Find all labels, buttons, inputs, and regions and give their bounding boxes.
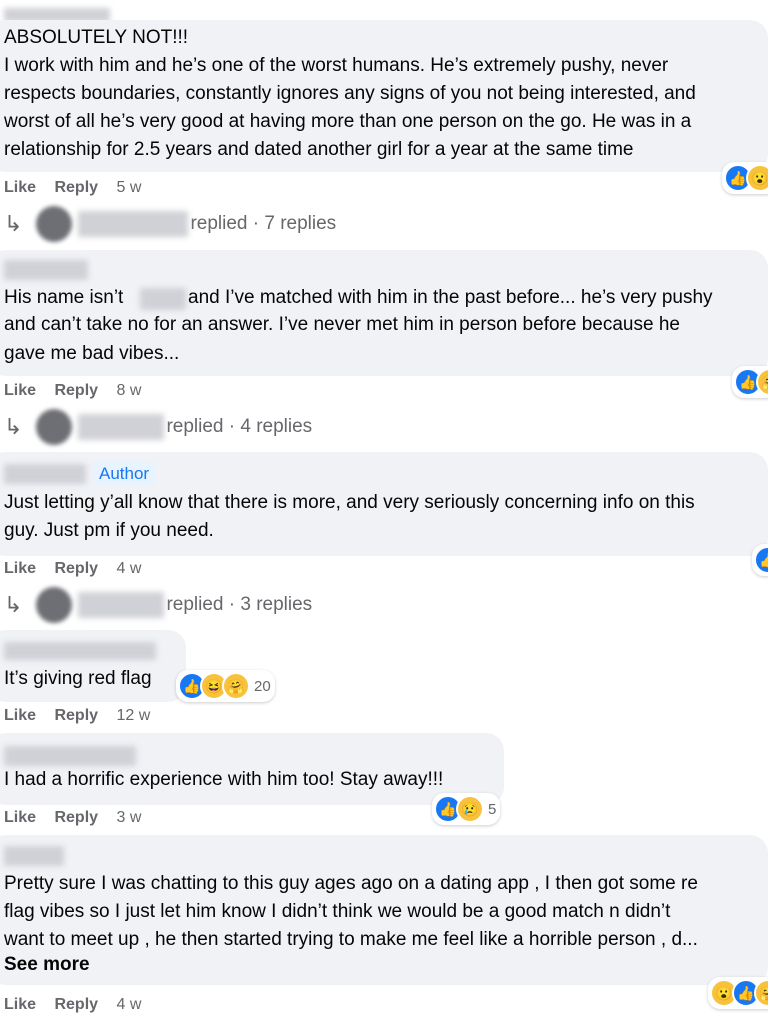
comment-line: relationship for 2.5 years and dated ano… bbox=[4, 139, 634, 160]
replies-count: replied · 3 replies bbox=[166, 594, 313, 615]
reply-button[interactable]: Reply bbox=[54, 809, 98, 826]
comment-line: want to meet up , he then started trying… bbox=[4, 929, 698, 950]
replier-name-redacted bbox=[78, 211, 189, 237]
comment-line: and can’t take no for an answer. I’ve ne… bbox=[4, 314, 680, 335]
reply-button[interactable]: Reply bbox=[54, 707, 98, 724]
comment-actions: Like Reply 4 w bbox=[4, 996, 155, 1014]
view-replies-link[interactable]: ↳ replied · 7 replies bbox=[4, 206, 336, 242]
like-button[interactable]: Like bbox=[4, 809, 36, 826]
comment-line: respects boundaries, constantly ignores … bbox=[4, 83, 696, 104]
timestamp: 4 w bbox=[116, 996, 142, 1013]
reaction-count: 5 bbox=[488, 800, 497, 818]
view-replies-link[interactable]: ↳ replied · 4 replies bbox=[4, 409, 312, 445]
like-button[interactable]: Like bbox=[4, 707, 36, 724]
comment-line: and I’ve matched with him in the past be… bbox=[188, 287, 713, 308]
commenter-name-redacted bbox=[4, 260, 88, 280]
reaction-summary[interactable]: 😮 👍 🤗 bbox=[708, 977, 768, 1009]
reaction-summary[interactable]: 👍 😆 🤗 20 bbox=[176, 670, 275, 702]
reply-arrow-icon: ↳ bbox=[4, 414, 23, 439]
comment-line: I had a horrific experience with him too… bbox=[4, 769, 444, 790]
reaction-summary[interactable]: 👍 😢 5 bbox=[432, 793, 501, 825]
comment-actions: Like Reply 4 w bbox=[4, 560, 155, 578]
reply-arrow-icon: ↳ bbox=[4, 592, 23, 617]
comment-actions: Like Reply 12 w bbox=[4, 707, 164, 725]
like-button[interactable]: Like bbox=[4, 996, 36, 1013]
reply-button[interactable]: Reply bbox=[54, 996, 98, 1013]
comment-line: It’s giving red flag bbox=[4, 668, 152, 689]
replies-count: replied · 7 replies bbox=[190, 213, 337, 234]
like-button[interactable]: Like bbox=[4, 382, 36, 399]
replier-name-redacted bbox=[78, 414, 165, 440]
comment-line: His name isn’t bbox=[4, 287, 124, 308]
see-more-link[interactable]: See more bbox=[4, 954, 90, 976]
care-icon: 🤗 bbox=[222, 672, 250, 700]
commenter-name-redacted bbox=[4, 746, 136, 766]
reaction-summary[interactable]: 👍 bbox=[752, 544, 768, 576]
reply-button[interactable]: Reply bbox=[54, 179, 98, 196]
like-button[interactable]: Like bbox=[4, 179, 36, 196]
comment-actions: Like Reply 8 w bbox=[4, 382, 155, 400]
comment-line: gave me bad vibes... bbox=[4, 343, 180, 364]
comment-line: I work with him and he’s one of the wors… bbox=[4, 55, 669, 76]
timestamp: 4 w bbox=[116, 560, 142, 577]
like-icon: 👍 bbox=[754, 546, 768, 574]
commenter-name-redacted bbox=[4, 642, 156, 660]
comment-line: Pretty sure I was chatting to this guy a… bbox=[4, 873, 698, 894]
reply-button[interactable]: Reply bbox=[54, 560, 98, 577]
commenter-name-redacted bbox=[4, 846, 64, 866]
view-replies-link[interactable]: ↳ replied · 3 replies bbox=[4, 587, 312, 623]
sad-icon: 😢 bbox=[456, 795, 484, 823]
comment-actions: Like Reply 5 w bbox=[4, 179, 155, 197]
avatar bbox=[36, 409, 73, 445]
timestamp: 3 w bbox=[116, 809, 142, 826]
author-badge: Author bbox=[93, 462, 156, 486]
reply-button[interactable]: Reply bbox=[54, 382, 98, 399]
commenter-name-redacted bbox=[4, 464, 86, 484]
like-button[interactable]: Like bbox=[4, 560, 36, 577]
timestamp: 5 w bbox=[116, 179, 142, 196]
comment-line: flag vibes so I just let him know I didn… bbox=[4, 901, 671, 922]
comment-line: Just letting y’all know that there is mo… bbox=[4, 492, 695, 513]
replier-name-redacted bbox=[78, 592, 165, 618]
avatar bbox=[36, 587, 73, 623]
comment-line: worst of all he’s very good at having mo… bbox=[4, 111, 692, 132]
wow-icon: 😮 bbox=[746, 164, 768, 192]
comment-actions: Like Reply 3 w bbox=[4, 809, 155, 827]
comment-line: guy. Just pm if you need. bbox=[4, 520, 214, 541]
timestamp: 8 w bbox=[116, 382, 142, 399]
reaction-summary[interactable]: 👍 🤗 bbox=[732, 366, 768, 398]
redacted-name bbox=[140, 288, 186, 310]
avatar bbox=[36, 206, 73, 242]
reaction-summary[interactable]: 👍 😮 bbox=[722, 162, 768, 194]
reaction-count: 20 bbox=[254, 677, 271, 695]
timestamp: 12 w bbox=[116, 707, 151, 724]
comment-line: ABSOLUTELY NOT!!! bbox=[4, 27, 189, 48]
replies-count: replied · 4 replies bbox=[166, 416, 313, 437]
reply-arrow-icon: ↳ bbox=[4, 211, 23, 236]
